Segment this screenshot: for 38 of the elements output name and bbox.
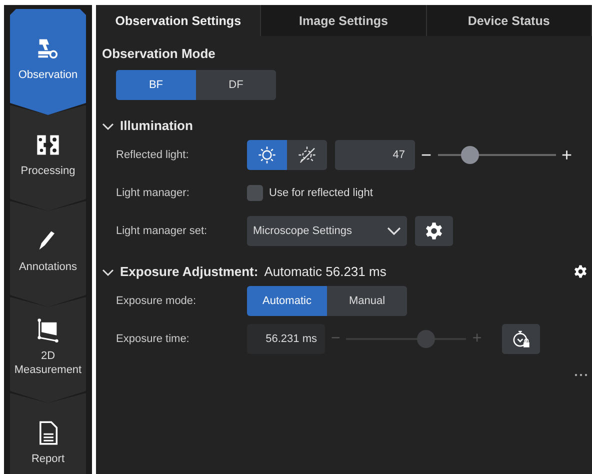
more-icon[interactable] bbox=[574, 373, 588, 377]
section-heading: Illumination bbox=[120, 118, 193, 133]
slider-thumb[interactable] bbox=[460, 146, 479, 164]
section-heading: Observation Mode bbox=[102, 46, 216, 61]
field-label: Exposure time: bbox=[116, 333, 190, 345]
checkbox-label: Use for reflected light bbox=[269, 187, 373, 199]
plus-button[interactable]: + bbox=[562, 144, 572, 166]
sidebar-item[interactable]: Annotations bbox=[10, 201, 86, 307]
timer-lock-button[interactable] bbox=[502, 324, 540, 354]
field-label: Light manager: bbox=[116, 187, 190, 199]
section-heading: Exposure Adjustment: bbox=[120, 264, 258, 279]
light-off-icon bbox=[297, 145, 317, 165]
sidebar-item[interactable]: Observation bbox=[10, 9, 86, 115]
gear-icon bbox=[424, 221, 444, 241]
sidebar-item[interactable]: Report bbox=[10, 393, 86, 474]
settings-icon[interactable] bbox=[573, 264, 588, 279]
light-toggle[interactable] bbox=[287, 140, 327, 170]
field-label: Light manager set: bbox=[116, 225, 208, 237]
settings-button[interactable] bbox=[415, 216, 453, 246]
field-label: Exposure mode: bbox=[116, 295, 198, 307]
dropdown[interactable]: Microscope Settings bbox=[247, 216, 407, 246]
sidebar-item[interactable]: Processing bbox=[10, 105, 86, 211]
mode-toggle[interactable]: Automatic bbox=[247, 286, 327, 316]
value-field[interactable]: 47 bbox=[335, 140, 415, 170]
mode-toggle[interactable]: DF bbox=[196, 70, 276, 100]
light-bulb-icon bbox=[257, 145, 277, 165]
exposure-summary: Automatic 56.231 ms bbox=[264, 264, 386, 279]
field-label: Reflected light: bbox=[116, 149, 190, 161]
rectangle-measure-icon bbox=[35, 316, 61, 343]
stopwatch-lock-icon bbox=[510, 329, 531, 349]
mode-toggle[interactable]: BF bbox=[116, 70, 196, 100]
minus-button[interactable]: − bbox=[421, 144, 432, 166]
mode-toggle[interactable]: Manual bbox=[327, 286, 407, 316]
tab[interactable]: Observation Settings bbox=[96, 5, 262, 36]
sidebar-item[interactable]: 2D Measurement bbox=[10, 297, 86, 403]
light-toggle[interactable] bbox=[247, 140, 287, 170]
checkbox[interactable] bbox=[247, 185, 263, 201]
caret-icon bbox=[387, 226, 401, 236]
